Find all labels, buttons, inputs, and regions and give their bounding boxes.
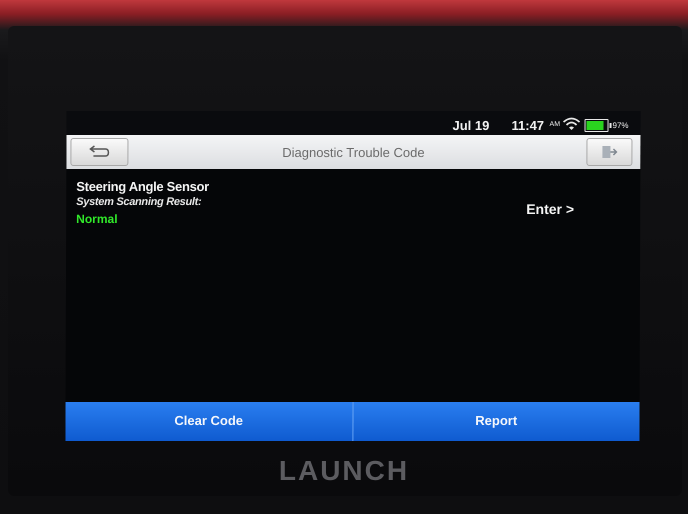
footer-actions: Clear Code Report [65,402,640,441]
back-arrow-icon [89,145,110,157]
exit-button[interactable] [586,138,633,166]
battery-icon [584,119,612,132]
scan-status: Normal [76,212,118,226]
scan-result-row[interactable]: Steering Angle Sensor System Scanning Re… [66,169,640,239]
battery-fill [586,121,604,130]
device-frame: Jul 19 11:47 AM 97% Diagnostic Trouble C… [0,0,688,514]
status-bar: Jul 19 11:47 AM 97% [66,111,641,135]
report-button[interactable]: Report [352,402,640,441]
status-date: Jul 19 [452,118,490,133]
enter-button[interactable]: Enter > [526,201,574,217]
status-time: 11:47 [511,118,545,133]
exit-icon [602,146,618,158]
battery-tip [609,123,612,128]
clear-code-button[interactable]: Clear Code [65,402,353,441]
system-name: Steering Angle Sensor [76,179,209,194]
brand-logo: LAUNCH [278,455,410,486]
back-button[interactable] [70,138,129,166]
status-ampm: AM [549,121,561,128]
battery-percent: 97% [612,121,629,130]
scan-result-label: System Scanning Result: [76,196,202,208]
title-bar: Diagnostic Trouble Code [66,135,641,169]
page-title: Diagnostic Trouble Code [282,145,425,160]
device-screen: Jul 19 11:47 AM 97% Diagnostic Trouble C… [65,111,641,441]
wifi-icon [562,117,581,130]
